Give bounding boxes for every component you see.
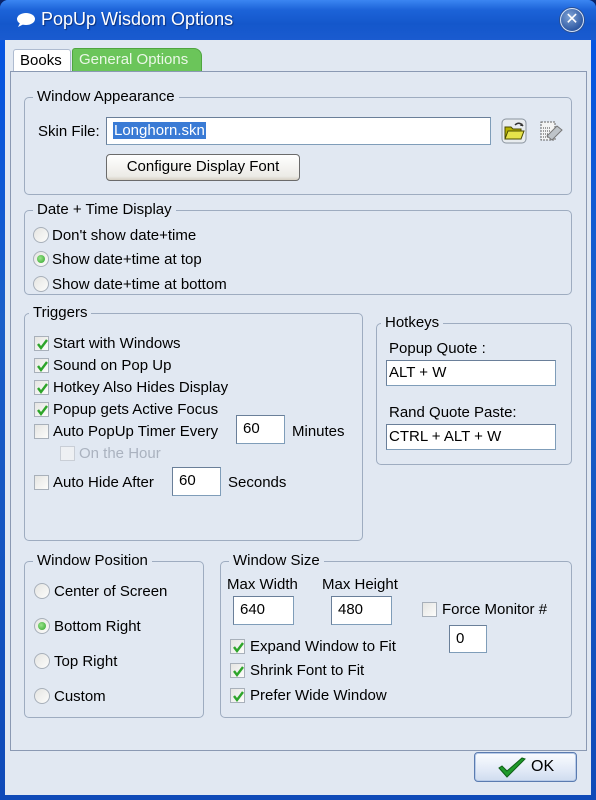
radio-bottom-right[interactable]: [34, 618, 50, 634]
seconds-label: Seconds: [228, 474, 287, 491]
radio-custom[interactable]: [34, 688, 50, 704]
checkbox-prefer-wide[interactable]: [230, 688, 245, 703]
checkbox-label[interactable]: Start with Windows: [53, 335, 181, 353]
close-button[interactable]: ✕: [560, 8, 584, 32]
radio-dont-show-date[interactable]: [33, 227, 49, 243]
max-width-label: Max Width: [227, 576, 298, 593]
dialog-client: Books General Options Window Appearance …: [5, 40, 591, 795]
popup-quote-label: Popup Quote :: [389, 340, 486, 357]
date-time-legend: Date + Time Display: [33, 201, 176, 219]
radio-label[interactable]: Show date+time at bottom: [52, 276, 227, 294]
radio-date-top[interactable]: [33, 251, 49, 267]
speech-bubble-icon: [17, 13, 35, 27]
title-bar[interactable]: PopUp Wisdom Options ✕: [0, 0, 596, 40]
triggers-group: Triggers Start with Windows Sound on Pop…: [24, 304, 363, 541]
minutes-label: Minutes: [292, 423, 345, 440]
popup-quote-hotkey-input[interactable]: ALT + W: [386, 360, 556, 386]
radio-label[interactable]: Bottom Right: [54, 618, 141, 636]
triggers-legend: Triggers: [29, 304, 92, 322]
checkbox-label: On the Hour: [79, 445, 161, 462]
checkbox-label[interactable]: Shrink Font to Fit: [250, 662, 364, 680]
ok-button[interactable]: OK: [474, 752, 577, 782]
window-size-legend: Window Size: [229, 552, 324, 570]
window-position-legend: Window Position: [33, 552, 152, 570]
timer-minutes-input[interactable]: 60: [236, 415, 285, 444]
checkbox-label[interactable]: Sound on Pop Up: [53, 357, 171, 375]
checkbox-expand-window[interactable]: [230, 639, 245, 654]
radio-date-bottom[interactable]: [33, 276, 49, 292]
checkbox-label[interactable]: Auto PopUp Timer Every: [53, 423, 218, 441]
checkbox-label[interactable]: Popup gets Active Focus: [53, 401, 218, 419]
checkbox-start-with-windows[interactable]: [34, 336, 49, 351]
checkbox-auto-hide[interactable]: [34, 475, 49, 490]
date-time-group: Date + Time Display Don't show date+time…: [24, 201, 572, 295]
force-monitor-input[interactable]: 0: [449, 625, 487, 653]
close-icon: ✕: [565, 11, 579, 28]
checkbox-sound-on-popup[interactable]: [34, 358, 49, 373]
checkbox-label[interactable]: Prefer Wide Window: [250, 687, 387, 705]
hotkeys-group: Hotkeys Popup Quote : ALT + W Rand Quote…: [376, 314, 572, 465]
window-appearance-legend: Window Appearance: [33, 88, 179, 106]
rand-quote-paste-hotkey-input[interactable]: CTRL + ALT + W: [386, 424, 556, 450]
general-options-panel: Window Appearance Skin File: Longhorn.sk…: [10, 71, 587, 751]
checkbox-active-focus[interactable]: [34, 402, 49, 417]
ok-label: OK: [531, 758, 555, 775]
radio-label[interactable]: Don't show date+time: [52, 227, 196, 245]
checkbox-auto-popup-timer[interactable]: [34, 424, 49, 439]
options-window: PopUp Wisdom Options ✕ Books General Opt…: [0, 0, 596, 800]
window-position-group: Window Position Center of Screen Bottom …: [24, 552, 204, 718]
radio-label[interactable]: Top Right: [54, 653, 117, 671]
radio-label[interactable]: Show date+time at top: [52, 251, 202, 269]
checkbox-shrink-font[interactable]: [230, 663, 245, 678]
configure-display-font-button[interactable]: Configure Display Font: [106, 154, 300, 181]
radio-top-right[interactable]: [34, 653, 50, 669]
checkbox-label[interactable]: Force Monitor #: [442, 601, 547, 619]
skin-editor-icon[interactable]: [538, 118, 564, 144]
checkbox-label[interactable]: Hotkey Also Hides Display: [53, 379, 228, 397]
skin-file-label: Skin File:: [38, 123, 100, 140]
window-title: PopUp Wisdom Options: [41, 9, 234, 29]
checkbox-label[interactable]: Expand Window to Fit: [250, 638, 396, 656]
window-size-group: Window Size Max Width 640 Max Height 480…: [220, 552, 572, 718]
radio-label[interactable]: Custom: [54, 688, 106, 706]
tab-books[interactable]: Books: [13, 49, 71, 71]
hotkeys-legend: Hotkeys: [381, 314, 444, 332]
checkbox-label[interactable]: Auto Hide After: [53, 474, 154, 492]
radio-label[interactable]: Center of Screen: [54, 583, 167, 601]
max-height-label: Max Height: [322, 576, 398, 593]
rand-quote-paste-label: Rand Quote Paste:: [389, 404, 517, 421]
radio-center-of-screen[interactable]: [34, 583, 50, 599]
auto-hide-seconds-input[interactable]: 60: [172, 467, 221, 496]
skin-file-input[interactable]: Longhorn.skn: [106, 117, 491, 145]
checkbox-on-the-hour[interactable]: [60, 446, 75, 461]
checkbox-hotkey-hides[interactable]: [34, 380, 49, 395]
max-width-input[interactable]: 640: [233, 596, 294, 625]
max-height-input[interactable]: 480: [331, 596, 392, 625]
checkmark-icon: [498, 757, 526, 778]
tab-general-options[interactable]: General Options: [72, 48, 202, 71]
window-appearance-group: Window Appearance Skin File: Longhorn.sk…: [24, 88, 572, 195]
folder-open-icon[interactable]: [501, 118, 527, 144]
checkbox-force-monitor[interactable]: [422, 602, 437, 617]
